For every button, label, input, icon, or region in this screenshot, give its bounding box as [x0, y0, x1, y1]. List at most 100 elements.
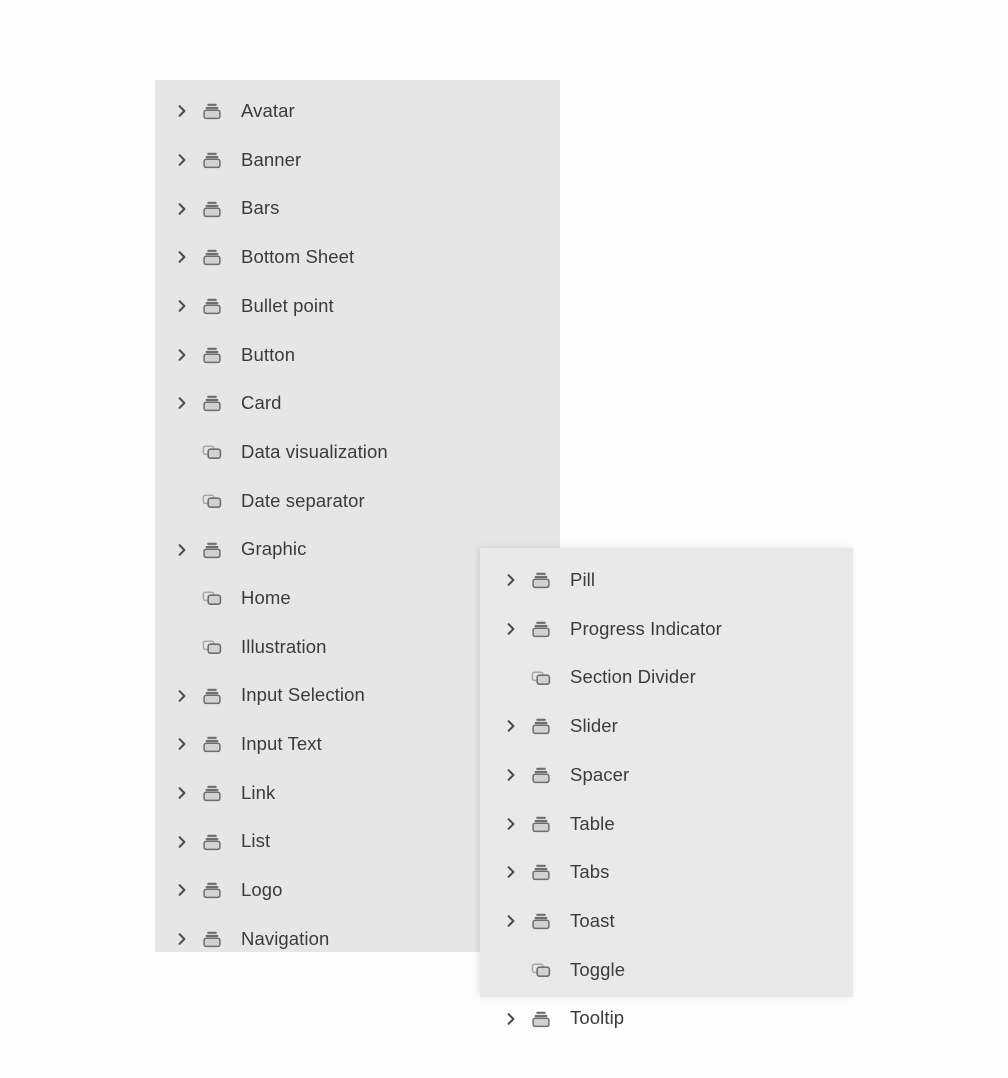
- component-icon: [197, 244, 227, 270]
- chevron-right-icon[interactable]: [498, 908, 524, 934]
- list-item-label: Input Text: [241, 733, 322, 755]
- chevron-placeholder: [498, 665, 524, 691]
- list-item-label: Bottom Sheet: [241, 246, 355, 268]
- chevron-right-icon[interactable]: [169, 731, 195, 757]
- list-item-label: Banner: [241, 148, 302, 170]
- chevron-placeholder: [169, 439, 195, 465]
- list-item-label: Spacer: [570, 763, 630, 785]
- list-item-label: Navigation: [241, 927, 330, 949]
- list-item[interactable]: Data visualization: [155, 428, 560, 477]
- list-item[interactable]: Progress Indicator: [480, 605, 853, 654]
- chevron-placeholder: [169, 488, 195, 514]
- list-item-label: Toast: [570, 909, 615, 931]
- list-item-label: Data visualization: [241, 440, 388, 462]
- list-item-label: List: [241, 830, 271, 852]
- chevron-placeholder: [169, 585, 195, 611]
- chevron-right-icon[interactable]: [169, 926, 195, 952]
- chevron-right-icon[interactable]: [498, 811, 524, 837]
- chevron-right-icon[interactable]: [169, 244, 195, 270]
- instance-icon: [197, 488, 227, 514]
- list-item-label: Graphic: [241, 538, 307, 560]
- component-icon: [197, 780, 227, 806]
- list-item-label: Tabs: [570, 861, 610, 883]
- list-item[interactable]: Tooltip: [480, 994, 853, 1043]
- instance-icon: [526, 957, 556, 983]
- list-item[interactable]: Bottom Sheet: [155, 233, 560, 282]
- instance-icon: [526, 665, 556, 691]
- chevron-placeholder: [498, 957, 524, 983]
- list-item[interactable]: Pill: [480, 556, 853, 605]
- component-icon: [197, 342, 227, 368]
- chevron-right-icon[interactable]: [498, 762, 524, 788]
- component-icon: [526, 859, 556, 885]
- list-item[interactable]: Banner: [155, 136, 560, 185]
- list-item[interactable]: Button: [155, 330, 560, 379]
- list-item[interactable]: Slider: [480, 702, 853, 751]
- chevron-right-icon[interactable]: [169, 390, 195, 416]
- chevron-right-icon[interactable]: [498, 713, 524, 739]
- chevron-right-icon[interactable]: [498, 859, 524, 885]
- list-item-label: Toggle: [570, 958, 626, 980]
- chevron-right-icon[interactable]: [169, 293, 195, 319]
- chevron-right-icon[interactable]: [498, 1006, 524, 1032]
- instance-icon: [197, 585, 227, 611]
- list-item[interactable]: Spacer: [480, 751, 853, 800]
- list-item[interactable]: Section Divider: [480, 653, 853, 702]
- component-icon: [197, 731, 227, 757]
- component-icon: [197, 926, 227, 952]
- component-icon: [197, 293, 227, 319]
- chevron-placeholder: [169, 634, 195, 660]
- chevron-right-icon[interactable]: [169, 829, 195, 855]
- list-item[interactable]: Toast: [480, 897, 853, 946]
- instance-icon: [197, 634, 227, 660]
- list-item[interactable]: Bullet point: [155, 282, 560, 331]
- list-item-label: Input Selection: [241, 684, 365, 706]
- component-icon: [197, 196, 227, 222]
- component-icon: [526, 713, 556, 739]
- instance-icon: [197, 439, 227, 465]
- list-item[interactable]: Table: [480, 799, 853, 848]
- list-item-label: Logo: [241, 879, 283, 901]
- list-item-label: Tooltip: [570, 1007, 625, 1029]
- chevron-right-icon[interactable]: [169, 877, 195, 903]
- list-item[interactable]: Tabs: [480, 848, 853, 897]
- component-icon: [197, 147, 227, 173]
- list-item-label: Button: [241, 343, 296, 365]
- list-item[interactable]: Card: [155, 379, 560, 428]
- canvas: Avatar Banner Bars Bottom Sheet Bullet point…: [0, 0, 1008, 1078]
- component-icon: [526, 811, 556, 837]
- list-item[interactable]: Date separator: [155, 477, 560, 526]
- component-icon: [197, 390, 227, 416]
- component-icon: [526, 1006, 556, 1032]
- chevron-right-icon[interactable]: [498, 567, 524, 593]
- component-icon: [197, 683, 227, 709]
- component-icon: [526, 567, 556, 593]
- chevron-right-icon[interactable]: [169, 780, 195, 806]
- component-icon: [526, 616, 556, 642]
- chevron-right-icon[interactable]: [169, 98, 195, 124]
- component-icon: [526, 762, 556, 788]
- chevron-right-icon[interactable]: [169, 342, 195, 368]
- list-item[interactable]: Avatar: [155, 87, 560, 136]
- list-item-label: Illustration: [241, 635, 327, 657]
- chevron-right-icon[interactable]: [498, 616, 524, 642]
- component-icon: [197, 98, 227, 124]
- list-item-label: Progress Indicator: [570, 617, 722, 639]
- components-list-secondary-panel[interactable]: Pill Progress Indicator Section Divider Sli…: [480, 548, 853, 1027]
- chevron-right-icon[interactable]: [169, 537, 195, 563]
- component-icon: [197, 877, 227, 903]
- list-item-label: Date separator: [241, 489, 365, 511]
- chevron-right-icon[interactable]: [169, 683, 195, 709]
- component-icon: [197, 537, 227, 563]
- component-icon: [526, 908, 556, 934]
- list-item-label: Link: [241, 781, 276, 803]
- list-item[interactable]: Bars: [155, 184, 560, 233]
- list-item[interactable]: Toggle: [480, 946, 853, 995]
- list-item-label: Card: [241, 392, 282, 414]
- list-item-label: Slider: [570, 715, 618, 737]
- chevron-right-icon[interactable]: [169, 147, 195, 173]
- list-item-label: Section Divider: [570, 666, 696, 688]
- list-item-label: Bars: [241, 197, 280, 219]
- list-item-label: Home: [241, 586, 291, 608]
- chevron-right-icon[interactable]: [169, 196, 195, 222]
